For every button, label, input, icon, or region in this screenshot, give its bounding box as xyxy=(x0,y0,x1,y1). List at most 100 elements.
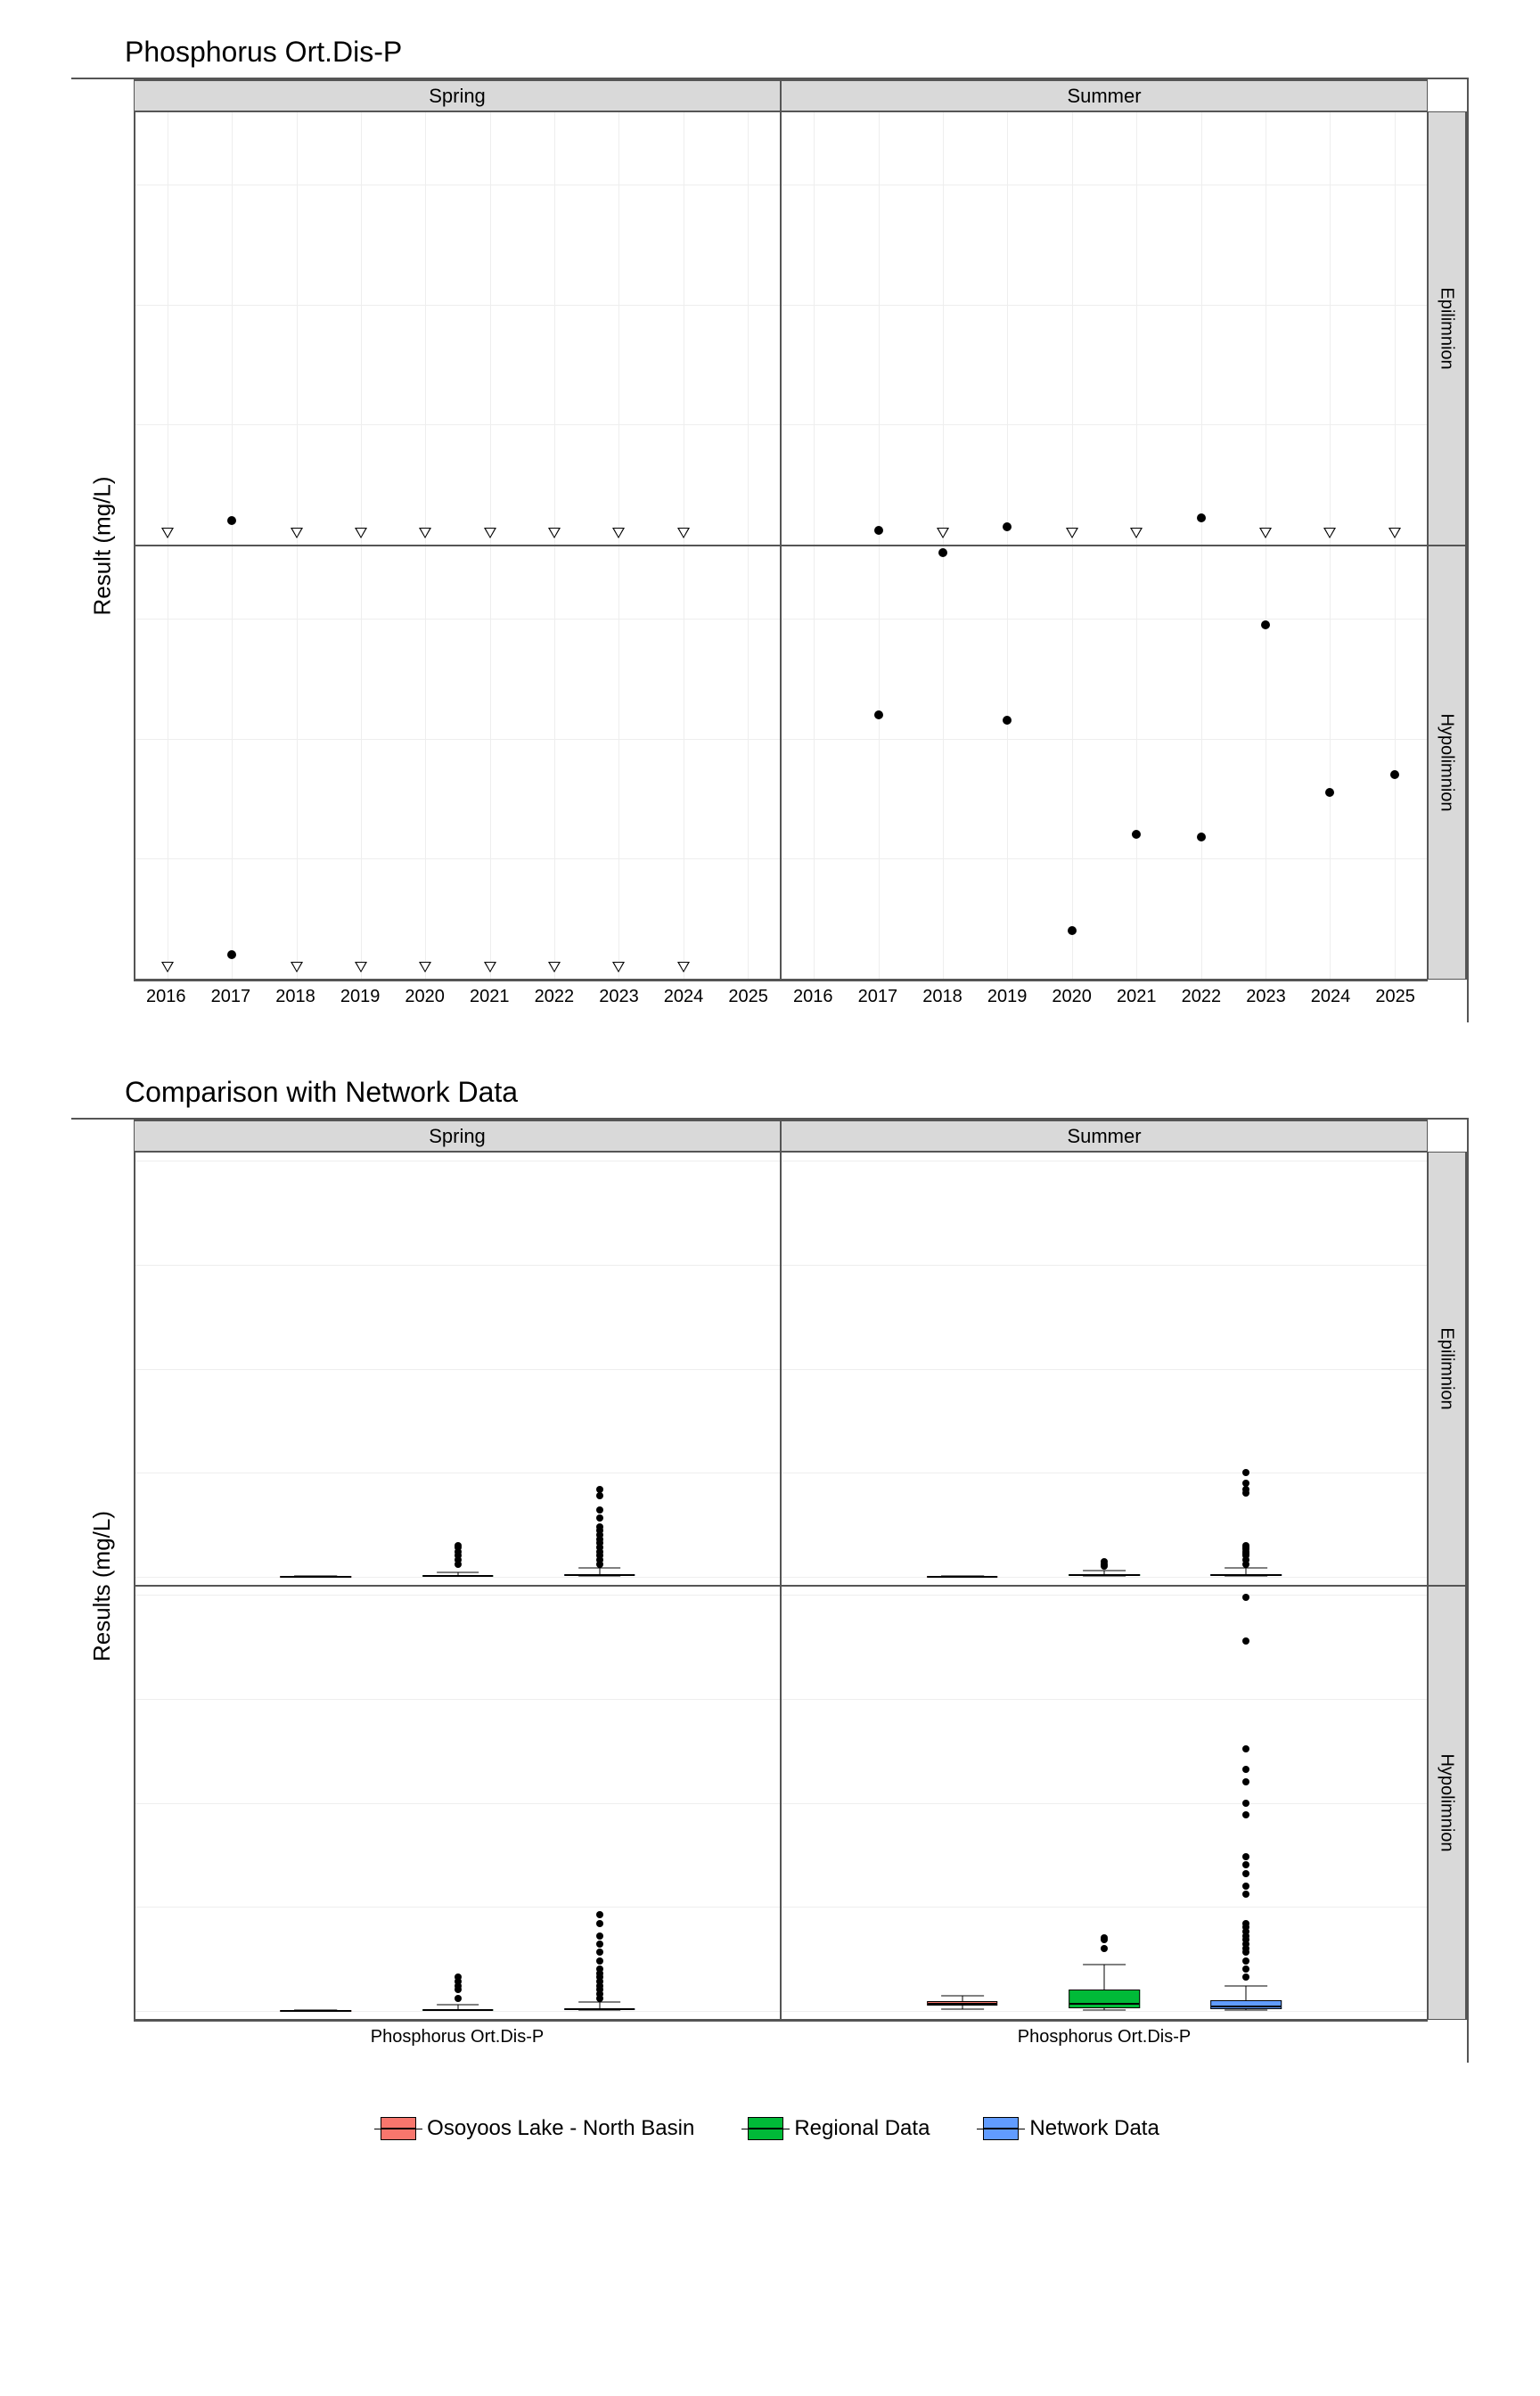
detect-marker xyxy=(1261,620,1270,629)
outlier-point xyxy=(1242,1469,1249,1476)
outlier-point xyxy=(596,1920,603,1927)
x-ticks-summer: 2016201720182019202020212022202320242025 xyxy=(781,980,1428,1022)
outlier-point xyxy=(1242,1861,1249,1868)
detect-marker xyxy=(1132,830,1141,839)
chart2-title: Comparison with Network Data xyxy=(125,1076,1469,1109)
detect-marker xyxy=(1003,716,1012,725)
nondetect-marker xyxy=(291,962,303,972)
nondetect-marker xyxy=(612,528,625,538)
outlier-point xyxy=(1101,1558,1108,1565)
outlier-point xyxy=(596,1486,603,1493)
nondetect-marker xyxy=(1130,528,1143,538)
nondetect-marker xyxy=(419,528,431,538)
chart1-title: Phosphorus Ort.Dis-P xyxy=(125,36,1469,69)
detect-marker xyxy=(1390,770,1399,779)
nondetect-marker xyxy=(1323,528,1336,538)
nondetect-marker xyxy=(612,962,625,972)
outlier-point xyxy=(1242,1965,1249,1973)
box-regional-data xyxy=(422,1575,494,1577)
box-network-data xyxy=(564,1574,635,1576)
y-axis-title-1: Result (mg/L) xyxy=(71,111,134,980)
outlier-point xyxy=(1242,1811,1249,1818)
outlier-point xyxy=(1242,1745,1249,1752)
box-osoyoos-lake-north-basin xyxy=(927,2001,998,2006)
detect-marker xyxy=(874,710,883,719)
outlier-point xyxy=(455,1973,462,1981)
detect-marker xyxy=(1068,926,1077,935)
panel2-summer-epi xyxy=(781,1152,1428,1586)
panel-summer-hypo xyxy=(781,546,1428,980)
nondetect-marker xyxy=(937,528,949,538)
outlier-point xyxy=(1101,1945,1108,1952)
outlier-point xyxy=(455,1995,462,2002)
nondetect-marker xyxy=(1259,528,1272,538)
detect-marker xyxy=(938,548,947,557)
outlier-point xyxy=(455,1542,462,1549)
legend-swatch xyxy=(748,2117,783,2140)
y-axis-title-2: Results (mg/L) xyxy=(71,1152,134,2020)
box-osoyoos-lake-north-basin xyxy=(281,1576,352,1578)
legend: Osoyoos Lake - North Basin Regional Data N… xyxy=(71,2116,1469,2141)
outlier-point xyxy=(596,1949,603,1956)
outlier-point xyxy=(1242,1891,1249,1898)
legend-label: Network Data xyxy=(1029,2116,1159,2141)
nondetect-marker xyxy=(1388,528,1401,538)
col-strip-summer-2: Summer xyxy=(781,1120,1428,1152)
detect-marker xyxy=(227,516,236,525)
panel2-summer-hypo xyxy=(781,1586,1428,2020)
panel-spring-hypo: 0.000.010.020.03 xyxy=(134,546,781,980)
legend-swatch xyxy=(381,2117,416,2140)
outlier-point xyxy=(1242,1800,1249,1807)
row-strip-epi: Epilimnion xyxy=(1428,111,1467,546)
nondetect-marker xyxy=(484,528,496,538)
box-osoyoos-lake-north-basin xyxy=(281,2010,352,2012)
box-osoyoos-lake-north-basin xyxy=(927,1576,998,1578)
outlier-point xyxy=(596,1965,603,1973)
outlier-point xyxy=(596,1492,603,1499)
legend-item: Network Data xyxy=(983,2116,1159,2141)
detect-marker xyxy=(1003,522,1012,531)
outlier-point xyxy=(1242,1594,1249,1601)
outlier-point xyxy=(1242,1883,1249,1890)
col-strip-spring-2: Spring xyxy=(134,1120,781,1152)
outlier-point xyxy=(1242,1920,1249,1927)
boxplot-chart: Comparison with Network Data Spring Summ… xyxy=(71,1076,1469,2063)
nondetect-marker xyxy=(291,528,303,538)
box-network-data xyxy=(1210,2000,1282,2009)
nondetect-marker xyxy=(677,962,690,972)
outlier-point xyxy=(1242,1957,1249,1965)
detect-marker xyxy=(1325,788,1334,797)
legend-label: Osoyoos Lake - North Basin xyxy=(427,2116,694,2141)
nondetect-marker xyxy=(548,528,561,538)
outlier-point xyxy=(1242,1480,1249,1487)
panel-spring-epi: 0.000.010.020.03 xyxy=(134,111,781,546)
nondetect-marker xyxy=(161,962,174,972)
detect-marker xyxy=(874,526,883,535)
outlier-point xyxy=(596,1941,603,1948)
panel2-spring-epi: 0.000.250.500.751.00 xyxy=(134,1152,781,1586)
outlier-point xyxy=(596,1932,603,1940)
box-regional-data xyxy=(1069,1574,1140,1576)
row-strip-epi-2: Epilimnion xyxy=(1428,1152,1467,1586)
panel-summer-epi xyxy=(781,111,1428,546)
detect-marker xyxy=(1197,833,1206,841)
outlier-point xyxy=(1242,1870,1249,1877)
outlier-point xyxy=(596,1957,603,1965)
outlier-point xyxy=(596,1506,603,1514)
detect-marker xyxy=(1197,513,1206,522)
nondetect-marker xyxy=(484,962,496,972)
row-strip-hypo: Hypolimnion xyxy=(1428,546,1467,980)
outlier-point xyxy=(1242,1973,1249,1981)
x-ticks-spring: 2016201720182019202020212022202320242025 xyxy=(134,980,781,1022)
legend-label: Regional Data xyxy=(794,2116,930,2141)
outlier-point xyxy=(596,1911,603,1918)
row-strip-hypo-2: Hypolimnion xyxy=(1428,1586,1467,2020)
box-network-data xyxy=(564,2008,635,2010)
legend-item: Osoyoos Lake - North Basin xyxy=(381,2116,694,2141)
outlier-point xyxy=(1242,1542,1249,1549)
x-ticks-2-spring: Phosphorus Ort.Dis-P xyxy=(134,2020,781,2063)
outlier-point xyxy=(596,1523,603,1530)
legend-item: Regional Data xyxy=(748,2116,930,2141)
col-strip-summer: Summer xyxy=(781,79,1428,111)
outlier-point xyxy=(1101,1934,1108,1941)
